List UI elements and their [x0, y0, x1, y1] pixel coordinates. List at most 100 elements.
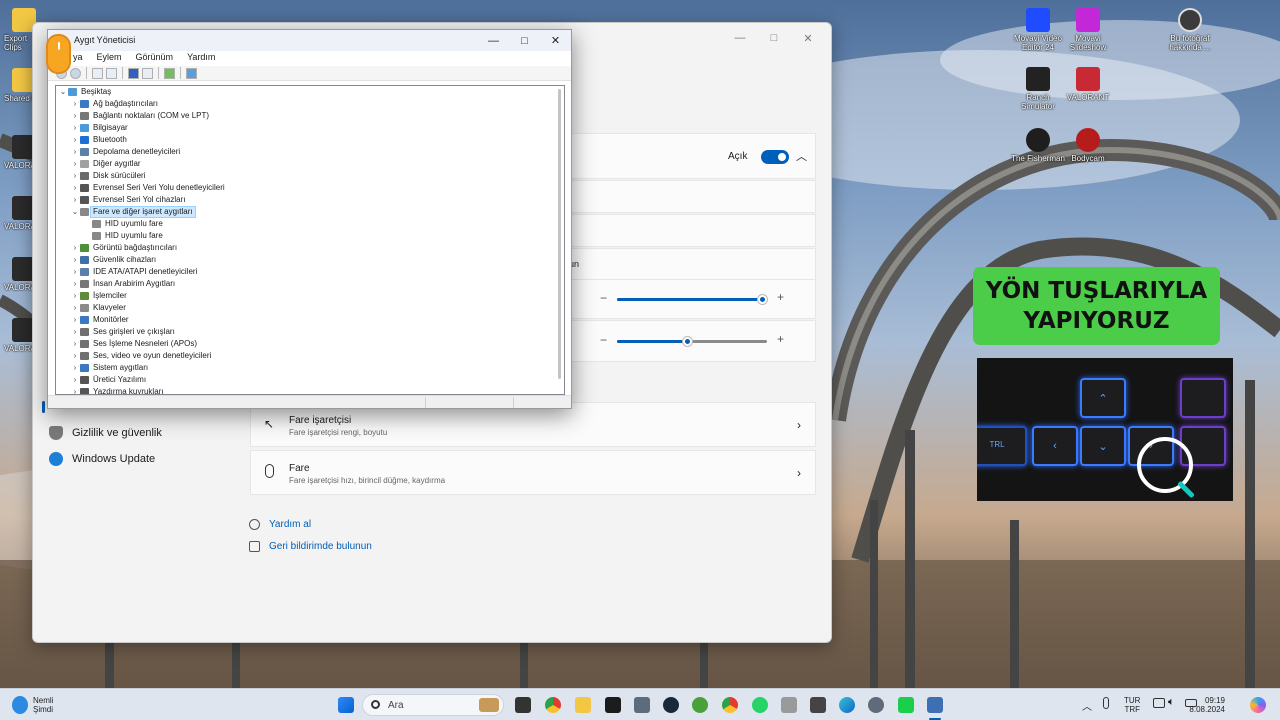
chevron-right-icon[interactable]: ›: [70, 350, 80, 362]
minimize-icon[interactable]: —: [723, 27, 757, 49]
microphone-icon[interactable]: [1103, 697, 1109, 709]
tree-category[interactable]: › Üretici Yazılımı: [56, 374, 564, 386]
tree-category[interactable]: › Bağlantı noktaları (COM ve LPT): [56, 110, 564, 122]
camera-app-icon[interactable]: [634, 697, 650, 713]
chevron-down-icon[interactable]: ⌄: [58, 86, 68, 98]
plus-icon[interactable]: +: [777, 332, 784, 346]
tree-category[interactable]: › Bluetooth: [56, 134, 564, 146]
link-help[interactable]: Yardım al: [249, 519, 311, 530]
tree-category[interactable]: › İnsan Arabirim Aygıtları: [56, 278, 564, 290]
minimize-icon[interactable]: —: [478, 30, 509, 51]
chevron-right-icon[interactable]: ›: [70, 170, 80, 182]
settings-gear-icon[interactable]: [868, 697, 884, 713]
close-icon[interactable]: ✕: [540, 30, 571, 51]
tree-category[interactable]: ⌄ Fare ve diğer işaret aygıtları: [56, 206, 564, 218]
chevron-up-icon[interactable]: ︿: [796, 148, 807, 164]
volume-icon[interactable]: 🔈︎: [1168, 696, 1175, 709]
weather-widget[interactable]: Nemli Şimdi: [33, 696, 53, 714]
chevron-right-icon[interactable]: ›: [70, 110, 80, 122]
desktop-icon-valorant[interactable]: VALORANT: [1059, 67, 1117, 102]
tree-category[interactable]: › Ses girişleri ve çıkışları: [56, 326, 564, 338]
tree-category[interactable]: › Ses İşleme Nesneleri (APOs): [56, 338, 564, 350]
monitor-icon[interactable]: [186, 67, 197, 79]
tree-category[interactable]: › Depolama denetleyicileri: [56, 146, 564, 158]
chevron-right-icon[interactable]: ›: [70, 182, 80, 194]
desktop-icon-movavi-slideshow[interactable]: Movavi Slideshow: [1059, 8, 1117, 52]
edge-icon[interactable]: [839, 697, 855, 713]
card-mouse[interactable]: Fare Fare işaretçisi hızı, birincil düğm…: [250, 450, 816, 495]
tree-category[interactable]: › Ağ bağdaştırıcıları: [56, 98, 564, 110]
tree-category[interactable]: › Monitörler: [56, 314, 564, 326]
tree-category[interactable]: › İşlemciler: [56, 290, 564, 302]
app-icon-device[interactable]: [810, 697, 826, 713]
acceleration-slider-knob[interactable]: [682, 337, 692, 346]
windows-start-icon[interactable]: [338, 697, 354, 713]
tree-category[interactable]: › Disk sürücüleri: [56, 170, 564, 182]
tree-child-item[interactable]: HID uyumlu fare: [56, 230, 564, 242]
network-icon[interactable]: [1153, 698, 1165, 708]
tree-category[interactable]: › Sistem aygıtları: [56, 362, 564, 374]
chevron-right-icon[interactable]: ›: [70, 254, 80, 266]
tree-category[interactable]: › Ses, video ve oyun denetleyicileri: [56, 350, 564, 362]
input-language[interactable]: TUR TRF: [1124, 696, 1140, 714]
tree-category[interactable]: › Bilgisayar: [56, 122, 564, 134]
tree-category[interactable]: › Evrensel Seri Yol cihazları: [56, 194, 564, 206]
tree-scrollbar[interactable]: [558, 89, 561, 379]
app-icon-generic[interactable]: [781, 697, 797, 713]
chevron-right-icon[interactable]: ›: [70, 278, 80, 290]
menu-gorunum[interactable]: Görünüm: [129, 51, 181, 65]
help-icon[interactable]: [128, 67, 139, 79]
chevron-right-icon[interactable]: ›: [70, 122, 80, 134]
file-explorer-icon[interactable]: [575, 697, 591, 713]
chevron-right-icon[interactable]: ›: [70, 98, 80, 110]
menu-eylem[interactable]: Eylem: [90, 51, 129, 65]
chrome-icon[interactable]: [545, 697, 561, 713]
copilot-icon[interactable]: [1250, 697, 1266, 713]
chevron-right-icon[interactable]: ›: [70, 158, 80, 170]
tree-child-item[interactable]: HID uyumlu fare: [56, 218, 564, 230]
razer-icon[interactable]: [898, 697, 914, 713]
chevron-right-icon[interactable]: ›: [70, 266, 80, 278]
link-feedback[interactable]: Geri bildirimde bulunun: [249, 541, 372, 552]
minus-icon[interactable]: −: [600, 291, 607, 305]
minus-icon[interactable]: −: [600, 333, 607, 347]
tree-root[interactable]: ⌄ Beşiktaş: [56, 86, 564, 98]
forward-icon[interactable]: [70, 67, 81, 79]
chevron-right-icon[interactable]: ›: [70, 194, 80, 206]
chrome-profile-icon[interactable]: [722, 697, 738, 713]
device-manager-taskbar-icon[interactable]: [927, 697, 943, 713]
tree-category[interactable]: › Güvenlik cihazları: [56, 254, 564, 266]
taskbar-search[interactable]: Ara: [362, 694, 504, 716]
device-manager-titlebar[interactable]: Aygıt Yöneticisi — □ ✕: [48, 30, 571, 51]
chevron-right-icon[interactable]: ›: [70, 290, 80, 302]
properties-icon[interactable]: [106, 67, 117, 79]
chevron-right-icon[interactable]: ›: [70, 134, 80, 146]
mouse-keys-toggle[interactable]: [761, 150, 789, 164]
speed-slider-knob[interactable]: [757, 295, 767, 304]
maximize-icon[interactable]: □: [757, 27, 791, 49]
valorant-taskbar-icon[interactable]: [605, 697, 621, 713]
view-icon[interactable]: [142, 67, 153, 79]
chevron-right-icon[interactable]: ›: [70, 362, 80, 374]
chevron-down-icon[interactable]: ⌄: [70, 206, 80, 218]
clock[interactable]: 09:19 8.08.2024: [1189, 696, 1225, 714]
chevron-up-icon[interactable]: ︿: [1082, 698, 1092, 713]
close-icon[interactable]: ✕: [791, 27, 825, 49]
desktop-icon-bodycam[interactable]: Bodycam: [1059, 128, 1117, 163]
tree-category[interactable]: › Diğer aygıtlar: [56, 158, 564, 170]
weather-icon[interactable]: [12, 696, 28, 714]
nav-item-windows-update[interactable]: Windows Update: [49, 452, 155, 466]
tree-category[interactable]: › Klavyeler: [56, 302, 564, 314]
maximize-icon[interactable]: □: [509, 30, 540, 51]
show-hide-tree-icon[interactable]: [92, 67, 103, 79]
chevron-right-icon[interactable]: ›: [70, 374, 80, 386]
chevron-right-icon[interactable]: ›: [70, 338, 80, 350]
nav-item-privacy[interactable]: Gizlilik ve güvenlik: [49, 426, 162, 440]
tree-category[interactable]: › Evrensel Seri Veri Yolu denetleyicileri: [56, 182, 564, 194]
steam-icon[interactable]: [663, 697, 679, 713]
chevron-right-icon[interactable]: ›: [70, 242, 80, 254]
whatsapp-icon[interactable]: [752, 697, 768, 713]
chevron-right-icon[interactable]: ›: [70, 314, 80, 326]
acceleration-slider[interactable]: [617, 337, 767, 346]
chevron-right-icon[interactable]: ›: [70, 326, 80, 338]
